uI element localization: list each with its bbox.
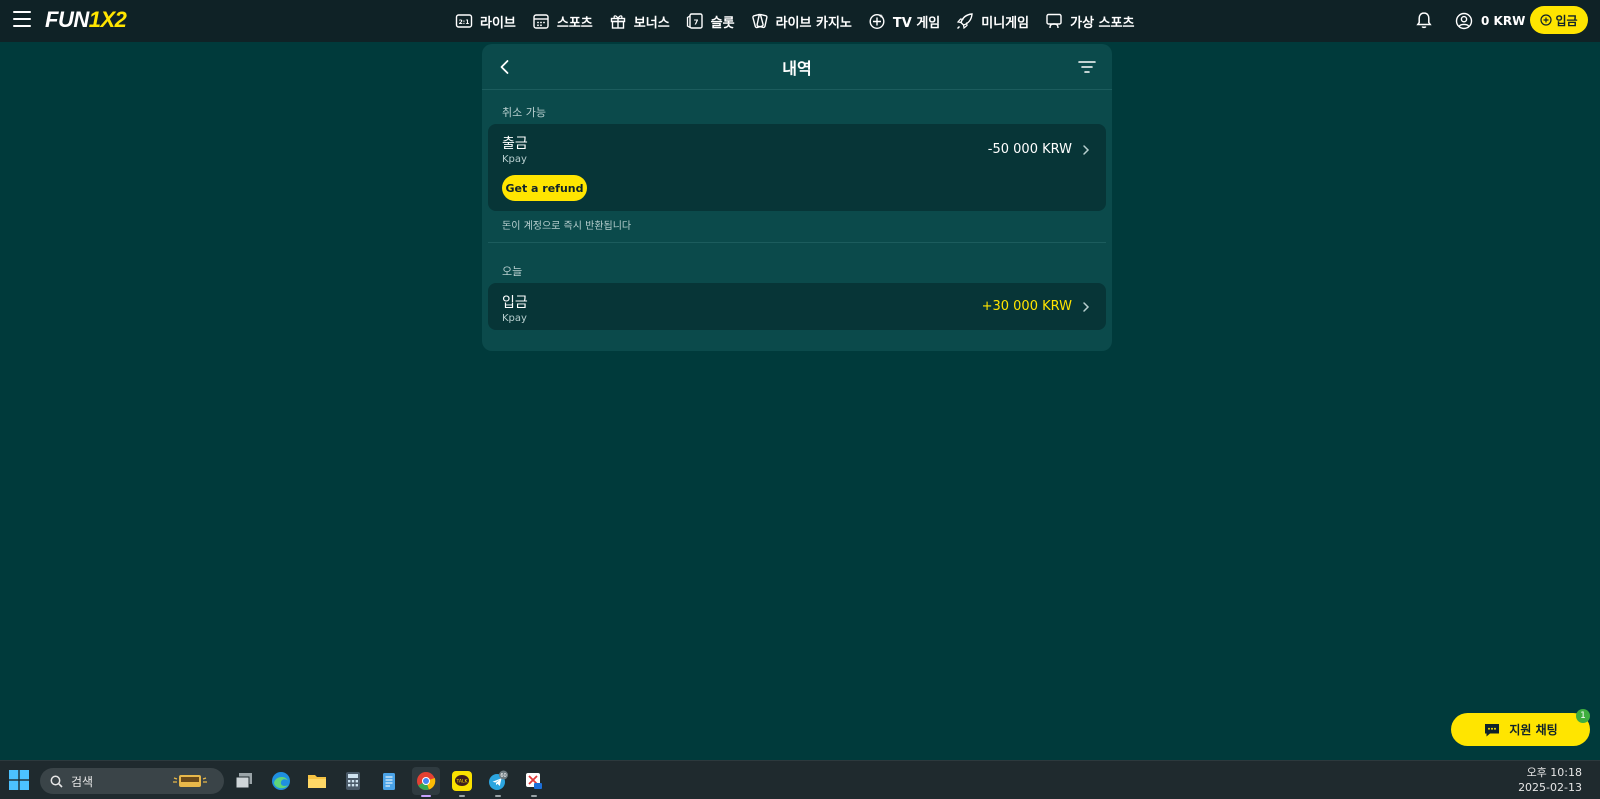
telegram-app[interactable]: 60 [484,767,512,797]
support-chat-button[interactable]: 지원 채팅 [1451,713,1590,746]
snipping-tool-app[interactable] [520,767,548,797]
history-panel: 내역 취소 가능 출금 Kpay -50 000 KRW Get a refun… [482,44,1112,351]
page-title: 내역 [782,59,812,78]
chevron-right-icon [1083,145,1090,155]
account-balance[interactable]: 0 KRW [1455,10,1525,32]
calculator-app[interactable] [339,767,367,795]
taskbar-clock[interactable]: 오후 10:18 2025-02-13 [1518,765,1582,795]
menu-hamburger-icon[interactable] [13,11,31,27]
support-unread-badge: 1 [1576,709,1590,723]
telegram-unread-count: 60 [500,773,506,779]
folder-icon [308,775,326,788]
clock-date: 2025-02-13 [1518,781,1582,794]
chrome-browser-icon [417,772,436,791]
running-app-indicator [495,795,501,797]
svg-text:7: 7 [693,19,698,27]
notepad-icon [383,773,395,790]
windows-taskbar: 검색 TALK 60 오후 10:18 2025-02-13 [0,760,1600,799]
chrome-browser-app[interactable] [412,767,440,797]
telegram-icon: 60 [489,770,508,790]
taskbar-search-box[interactable]: 검색 [40,768,224,794]
plus-circle-icon [1540,14,1553,26]
support-chat-label: 지원 채팅 [1509,723,1558,737]
transaction-amount: +30 000 KRW [981,299,1072,314]
kakaotalk-icon: TALK [452,771,472,791]
logo-text-1x2: 1X2 [88,7,127,32]
balance-amount: 0 KRW [1481,14,1526,28]
gift-icon [610,15,625,29]
nav-item-slots[interactable]: 7 슬롯 [678,0,743,42]
nav-item-tv-games[interactable]: TV 게임 [860,0,948,42]
svg-text:TALK: TALK [456,779,469,785]
transaction-amount: -50 000 KRW [987,142,1072,157]
search-highlight-bus-icon [173,775,207,787]
logo-text-fun: FUN [45,7,89,32]
edge-browser-icon [272,772,290,790]
svg-text:2:1: 2:1 [459,19,470,26]
transaction-deposit[interactable]: 입금 Kpay +30 000 KRW [488,283,1106,330]
virtual-sports-icon [1046,13,1062,29]
top-navigation-bar: FUN1X2 2:1 라이브 스포츠 보너스 7 슬롯 라이브 카지노 TV 게… [0,0,1600,42]
running-app-indicator [459,795,465,797]
clock-time: 오후 10:18 [1526,766,1582,779]
edge-browser-app[interactable] [267,767,295,795]
kakaotalk-app[interactable]: TALK [448,767,476,797]
deposit-button[interactable]: 입금 [1530,6,1588,34]
calendar-icon [533,14,549,29]
notification-bell-icon[interactable] [1414,10,1434,30]
deposit-button-label: 입금 [1555,13,1578,28]
section-divider [488,242,1106,243]
section-label-cancellable: 취소 가능 [502,106,546,119]
nav-item-virtual-sports[interactable]: 가상 스포츠 [1037,0,1142,42]
transaction-title: 입금 [502,295,528,311]
snipping-tool-icon [526,773,542,789]
transaction-method: Kpay [502,313,527,324]
rocket-icon [957,13,974,30]
nav-label: 라이브 카지노 [775,15,852,31]
section-label-today: 오늘 [502,265,523,278]
refund-note: 돈이 계정으로 즉시 반환됩니다 [502,221,632,232]
live-scoreboard-icon: 2:1 [455,14,473,28]
nav-label: 슬롯 [710,15,735,31]
nav-label: TV 게임 [892,15,941,31]
get-refund-button[interactable]: Get a refund [502,175,587,201]
transaction-method: Kpay [502,154,527,165]
main-nav: 2:1 라이브 스포츠 보너스 7 슬롯 라이브 카지노 TV 게임 미니게임 [447,0,1142,42]
nav-item-bonus[interactable]: 보너스 [601,0,678,42]
taskbar-search-placeholder: 검색 [71,774,94,789]
filter-icon[interactable] [1076,56,1098,78]
active-app-indicator [421,795,431,797]
nav-label: 가상 스포츠 [1070,15,1135,31]
search-icon [50,775,63,788]
notepad-app[interactable] [375,767,403,795]
transaction-title: 출금 [502,136,528,152]
nav-item-sports[interactable]: 스포츠 [524,0,601,42]
calculator-icon [346,772,360,790]
site-logo[interactable]: FUN1X2 [45,7,127,33]
chat-bubble-icon [1485,723,1500,736]
nav-item-live-casino[interactable]: 라이브 카지노 [743,0,860,42]
cards-icon [751,13,768,29]
running-app-indicator [531,795,537,797]
nav-item-mini-games[interactable]: 미니게임 [948,0,1037,42]
nav-label: 보너스 [633,15,670,31]
task-view-app[interactable] [230,767,258,795]
transaction-withdrawal[interactable]: 출금 Kpay -50 000 KRW Get a refund [488,124,1106,211]
panel-header: 내역 [482,44,1112,90]
slot-machine-icon: 7 [686,13,703,29]
windows-start-icon[interactable] [9,770,29,790]
file-explorer-app[interactable] [303,767,331,795]
nav-label: 라이브 [480,15,516,31]
tv-game-icon [869,13,885,30]
nav-item-live[interactable]: 2:1 라이브 [447,0,524,42]
chevron-right-icon [1083,302,1090,312]
nav-label: 미니게임 [981,15,1030,31]
nav-label: 스포츠 [556,15,593,31]
task-view-icon [235,773,252,789]
user-account-icon [1455,12,1473,30]
